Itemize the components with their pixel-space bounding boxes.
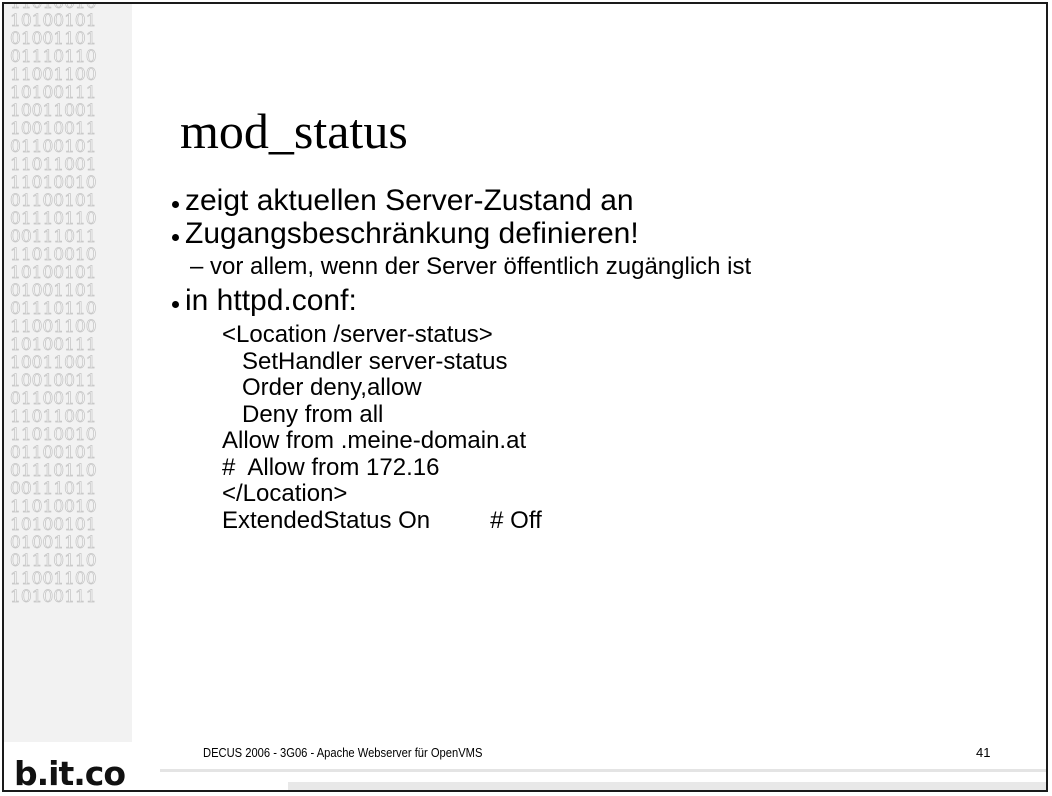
code-line: SetHandler server-status [222, 347, 508, 375]
binary-line: 01110110 [10, 47, 97, 67]
binary-line: 10100101 [10, 11, 97, 31]
binary-line: 10100101 [10, 263, 97, 283]
binary-line: 01110110 [10, 299, 97, 319]
binary-line: 01001101 [10, 281, 97, 301]
binary-line: 11010010 [10, 425, 97, 445]
footer-text: DECUS 2006 - 3G06 - Apache Webserver für… [203, 745, 483, 760]
binary-line: 10011001 [10, 353, 97, 373]
code-line: <Location /server-status> [222, 321, 493, 348]
binary-line: 11010010 [10, 245, 97, 265]
binary-decoration-strip: 11010010 10100101 01001101 01110110 1100… [4, 4, 132, 742]
binary-line: 10100111 [10, 335, 97, 355]
binary-line: 11001100 [10, 317, 97, 337]
code-line: Deny from all [222, 400, 384, 428]
code-line: # Allow from 172.16 [222, 453, 440, 481]
company-logo: b.it.co [14, 754, 126, 793]
binary-line: 10010011 [10, 371, 97, 391]
binary-line: 10011001 [10, 101, 97, 121]
bullet-dot-icon [172, 301, 179, 308]
binary-line: 10100111 [10, 83, 97, 103]
binary-line: 11011001 [10, 407, 97, 427]
bullet-item: in httpd.conf: [172, 284, 357, 318]
binary-line: 11010010 [10, 173, 97, 193]
bullet-text: in httpd.conf: [185, 284, 357, 317]
binary-line: 01100101 [10, 443, 97, 463]
slide-title: mod_status [180, 103, 408, 159]
binary-line: 01001101 [10, 533, 97, 553]
sub-bullet-item: – vor allem, wenn der Server öffentlich … [190, 253, 752, 280]
bullet-item: zeigt aktuellen Server-Zustand an [172, 184, 634, 218]
binary-line: 01110110 [10, 461, 97, 481]
code-line: ExtendedStatus On # Off [222, 506, 542, 534]
binary-line: 00111011 [10, 227, 97, 247]
binary-line: 01001101 [10, 29, 97, 49]
binary-line: 01110110 [10, 551, 97, 571]
binary-line: 01100101 [10, 389, 97, 409]
binary-line: 01110110 [10, 209, 97, 229]
config-code-block: <Location /server-status> SetHandler ser… [222, 321, 542, 534]
bullet-dot-icon [172, 201, 179, 208]
binary-line: 11011001 [10, 155, 97, 175]
bullet-text: zeigt aktuellen Server-Zustand an [185, 184, 634, 217]
binary-line: 01100101 [10, 191, 97, 211]
binary-line: 00111011 [10, 479, 97, 499]
bullet-text: Zugangsbeschränkung definieren! [185, 217, 639, 250]
page-number: 41 [976, 745, 991, 760]
footer-bar [288, 782, 1046, 790]
code-line: Order deny,allow [222, 374, 422, 401]
binary-line: 10100101 [10, 515, 97, 535]
binary-line: 01100101 [10, 137, 97, 157]
binary-line: 11001100 [10, 569, 97, 589]
binary-line: 11010010 [10, 497, 97, 517]
binary-line: 10010011 [10, 119, 97, 139]
bullet-dot-icon [172, 234, 179, 241]
code-line: </Location> [222, 480, 348, 507]
code-line: Allow from .meine-domain.at [222, 427, 527, 454]
footer-divider [160, 769, 1046, 772]
binary-line: 10100111 [10, 587, 97, 607]
bullet-item: Zugangsbeschränkung definieren! [172, 217, 639, 251]
binary-line: 11001100 [10, 65, 97, 85]
